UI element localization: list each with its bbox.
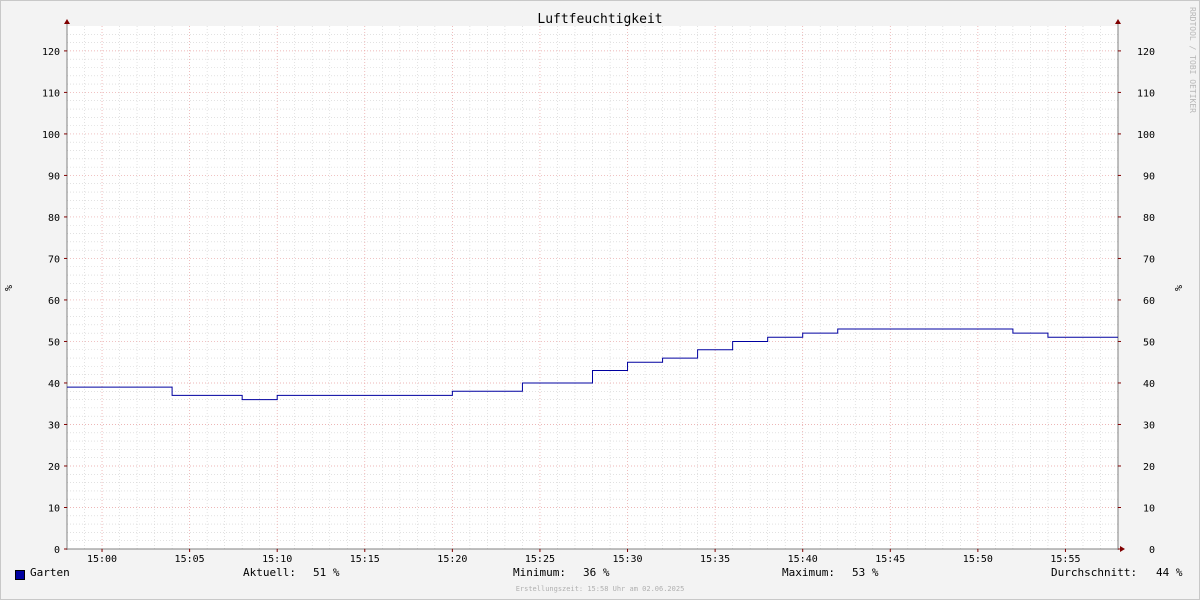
x-tick-label: 15:05 <box>175 554 205 565</box>
y-axis-label-left: % <box>4 285 15 291</box>
y-tick-label-left: 60 <box>48 296 60 307</box>
x-tick-label: 15:40 <box>788 554 818 565</box>
legend-min-value: 36 % <box>583 566 610 579</box>
y-tick-label-right: 70 <box>1143 254 1155 265</box>
x-tick-label: 15:55 <box>1050 554 1080 565</box>
legend-max-label: Maximum: <box>782 566 835 579</box>
y-tick-label-right: 60 <box>1143 296 1155 307</box>
x-tick-label: 15:50 <box>963 554 993 565</box>
legend-avg-value: 44 % <box>1156 566 1183 579</box>
x-tick-label: 15:45 <box>875 554 905 565</box>
x-tick-label: 15:35 <box>700 554 730 565</box>
y-tick-label-right: 90 <box>1143 171 1155 182</box>
y-tick-label-right: 50 <box>1143 337 1155 348</box>
y-tick-label-right: 10 <box>1143 503 1155 514</box>
x-tick-labels: 15:00 15:05 15:10 15:15 15:20 15:25 15:30 15:35… <box>87 554 1081 565</box>
y-tick-label-left: 90 <box>48 171 60 182</box>
y-tick-label-right: 110 <box>1137 88 1155 99</box>
chart-title: Luftfeuchtigkeit <box>537 12 662 27</box>
legend-series-name: Garten <box>30 566 70 579</box>
legend-avg-label: Durchschnitt: <box>1051 566 1138 579</box>
y-tick-label-left: 120 <box>42 47 60 58</box>
y-tick-label-left: 100 <box>42 130 60 141</box>
creation-time: Erstellungszeit: 15:58 Uhr am 02.06.2025 <box>515 585 685 593</box>
y-tick-label-right: 80 <box>1143 213 1155 224</box>
y-tick-label-left: 10 <box>48 503 60 514</box>
x-tick-label: 15:10 <box>262 554 292 565</box>
x-tick-label: 15:25 <box>525 554 555 565</box>
y-tick-labels-right: 0 10 20 30 40 50 60 70 80 90 100 110 120 <box>1137 47 1155 556</box>
y-tick-label-right: 30 <box>1143 420 1155 431</box>
y-tick-label-right: 20 <box>1143 462 1155 473</box>
x-tick-label: 15:30 <box>612 554 642 565</box>
y-tick-label-left: 70 <box>48 254 60 265</box>
y-tick-label-left: 50 <box>48 337 60 348</box>
legend: Garten Aktuell: 51 % Minimum: 36 % Maxim… <box>0 566 1200 584</box>
humidity-chart: 0 10 20 30 40 50 60 70 80 90 100 110 120 0 10 20 30 40 50… <box>4 7 1197 565</box>
legend-min-label: Minimum: <box>513 566 566 579</box>
legend-max-value: 53 % <box>852 566 879 579</box>
y-tick-label-right: 0 <box>1149 545 1155 556</box>
y-tick-label-right: 40 <box>1143 379 1155 390</box>
y-tick-label-left: 20 <box>48 462 60 473</box>
y-axis-arrow-right <box>1115 19 1121 24</box>
y-tick-label-left: 40 <box>48 379 60 390</box>
x-tick-label: 15:20 <box>437 554 467 565</box>
y-tick-labels-left: 0 10 20 30 40 50 60 70 80 90 100 110 120 <box>42 47 60 556</box>
y-tick-label-right: 120 <box>1137 47 1155 58</box>
minor-grid <box>67 26 1118 549</box>
x-tick-label: 15:00 <box>87 554 117 565</box>
y-tick-label-left: 30 <box>48 420 60 431</box>
legend-current-value: 51 % <box>313 566 340 579</box>
y-tick-label-left: 0 <box>54 545 60 556</box>
y-axis-label-right: % <box>1174 285 1185 291</box>
legend-current-label: Aktuell: <box>243 566 296 579</box>
watermark: RRDTOOL / TOBI OETIKER <box>1188 7 1197 113</box>
y-tick-label-left: 80 <box>48 213 60 224</box>
y-tick-label-right: 100 <box>1137 130 1155 141</box>
y-axis-arrow-left <box>64 19 70 24</box>
y-tick-label-left: 110 <box>42 88 60 99</box>
x-tick-label: 15:15 <box>350 554 380 565</box>
